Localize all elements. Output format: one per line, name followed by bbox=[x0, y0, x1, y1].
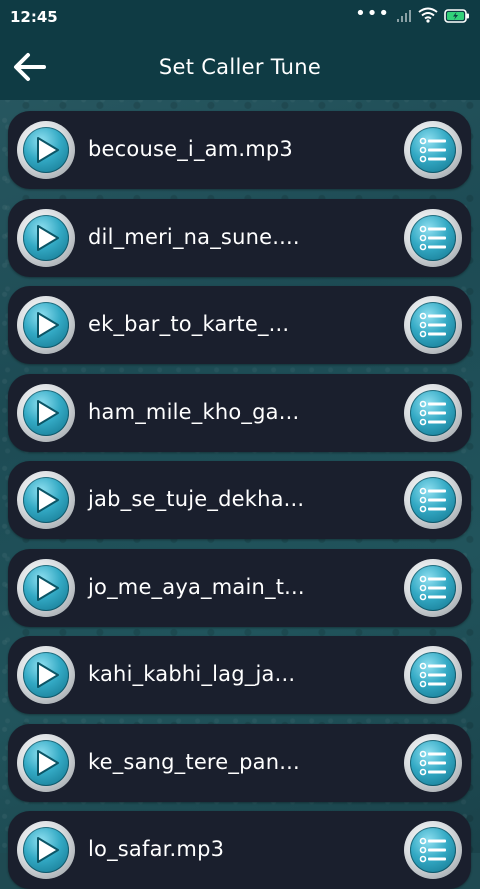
play-icon bbox=[37, 574, 59, 601]
options-button[interactable] bbox=[404, 383, 462, 442]
track-title: kahi_kabhi_lag_ja... bbox=[88, 662, 296, 686]
options-button[interactable] bbox=[404, 558, 462, 617]
list-item[interactable]: ke_sang_tere_pan... bbox=[8, 723, 471, 802]
options-button[interactable] bbox=[404, 646, 462, 704]
play-icon bbox=[37, 749, 59, 776]
list-item[interactable]: becouse_i_am.mp3 bbox=[8, 111, 471, 189]
list-item[interactable]: lo_safar.mp3 bbox=[8, 811, 471, 889]
play-icon bbox=[37, 487, 59, 513]
list-options-icon bbox=[419, 662, 446, 688]
list-item[interactable]: dil_meri_na_sune.... bbox=[8, 198, 471, 277]
list-item[interactable]: jab_se_tuje_dekha... bbox=[8, 461, 471, 539]
list-options-icon bbox=[419, 837, 446, 863]
list-item[interactable]: ham_mile_kho_ga... bbox=[8, 373, 471, 452]
track-title: ham_mile_kho_ga... bbox=[88, 399, 300, 424]
list-item[interactable]: ek_bar_to_karte_... bbox=[8, 286, 471, 364]
list-options-icon bbox=[419, 487, 446, 513]
play-icon bbox=[37, 837, 59, 863]
status-time: 12:45 bbox=[10, 8, 58, 26]
options-button[interactable] bbox=[404, 471, 462, 529]
list-options-icon bbox=[419, 750, 446, 775]
play-icon bbox=[37, 399, 59, 426]
track-title: ke_sang_tere_pan... bbox=[88, 749, 300, 774]
list-options-icon bbox=[419, 225, 446, 250]
signal-icon bbox=[396, 8, 412, 27]
play-button[interactable] bbox=[17, 121, 75, 179]
list-options-icon bbox=[419, 400, 446, 425]
play-button[interactable] bbox=[17, 296, 75, 354]
status-bar: 12:45 ••• bbox=[0, 0, 480, 34]
options-button[interactable] bbox=[404, 121, 462, 179]
track-title: ek_bar_to_karte_... bbox=[88, 312, 290, 336]
play-button[interactable] bbox=[17, 646, 75, 704]
status-icons: ••• bbox=[355, 3, 470, 28]
play-button[interactable] bbox=[17, 471, 75, 529]
play-button[interactable] bbox=[17, 383, 75, 442]
play-button[interactable] bbox=[17, 733, 75, 792]
track-title: jab_se_tuje_dekha... bbox=[88, 487, 305, 511]
list-options-icon bbox=[419, 137, 446, 163]
options-button[interactable] bbox=[404, 733, 462, 792]
options-button[interactable] bbox=[404, 208, 462, 267]
track-title: jo_me_aya_main_t... bbox=[88, 574, 305, 599]
play-icon bbox=[37, 137, 59, 163]
play-button[interactable] bbox=[17, 208, 75, 267]
wifi-icon bbox=[418, 7, 438, 27]
app-bar: Set Caller Tune bbox=[0, 34, 480, 100]
options-button[interactable] bbox=[404, 821, 462, 879]
options-button[interactable] bbox=[404, 296, 462, 354]
list-options-icon bbox=[419, 312, 446, 338]
more-dots-icon: ••• bbox=[355, 3, 390, 24]
page-title: Set Caller Tune bbox=[158, 55, 322, 79]
play-button[interactable] bbox=[17, 558, 75, 617]
play-icon bbox=[37, 662, 59, 688]
track-title: lo_safar.mp3 bbox=[88, 837, 225, 861]
play-button[interactable] bbox=[17, 821, 75, 879]
list-item[interactable]: jo_me_aya_main_t... bbox=[8, 548, 471, 627]
battery-charging-icon bbox=[444, 8, 470, 27]
list-item[interactable]: kahi_kabhi_lag_ja... bbox=[8, 636, 471, 714]
play-icon bbox=[37, 312, 59, 338]
list-options-icon bbox=[419, 575, 446, 600]
track-title: becouse_i_am.mp3 bbox=[88, 137, 293, 161]
play-icon bbox=[37, 224, 59, 251]
track-title: dil_meri_na_sune.... bbox=[88, 224, 300, 249]
